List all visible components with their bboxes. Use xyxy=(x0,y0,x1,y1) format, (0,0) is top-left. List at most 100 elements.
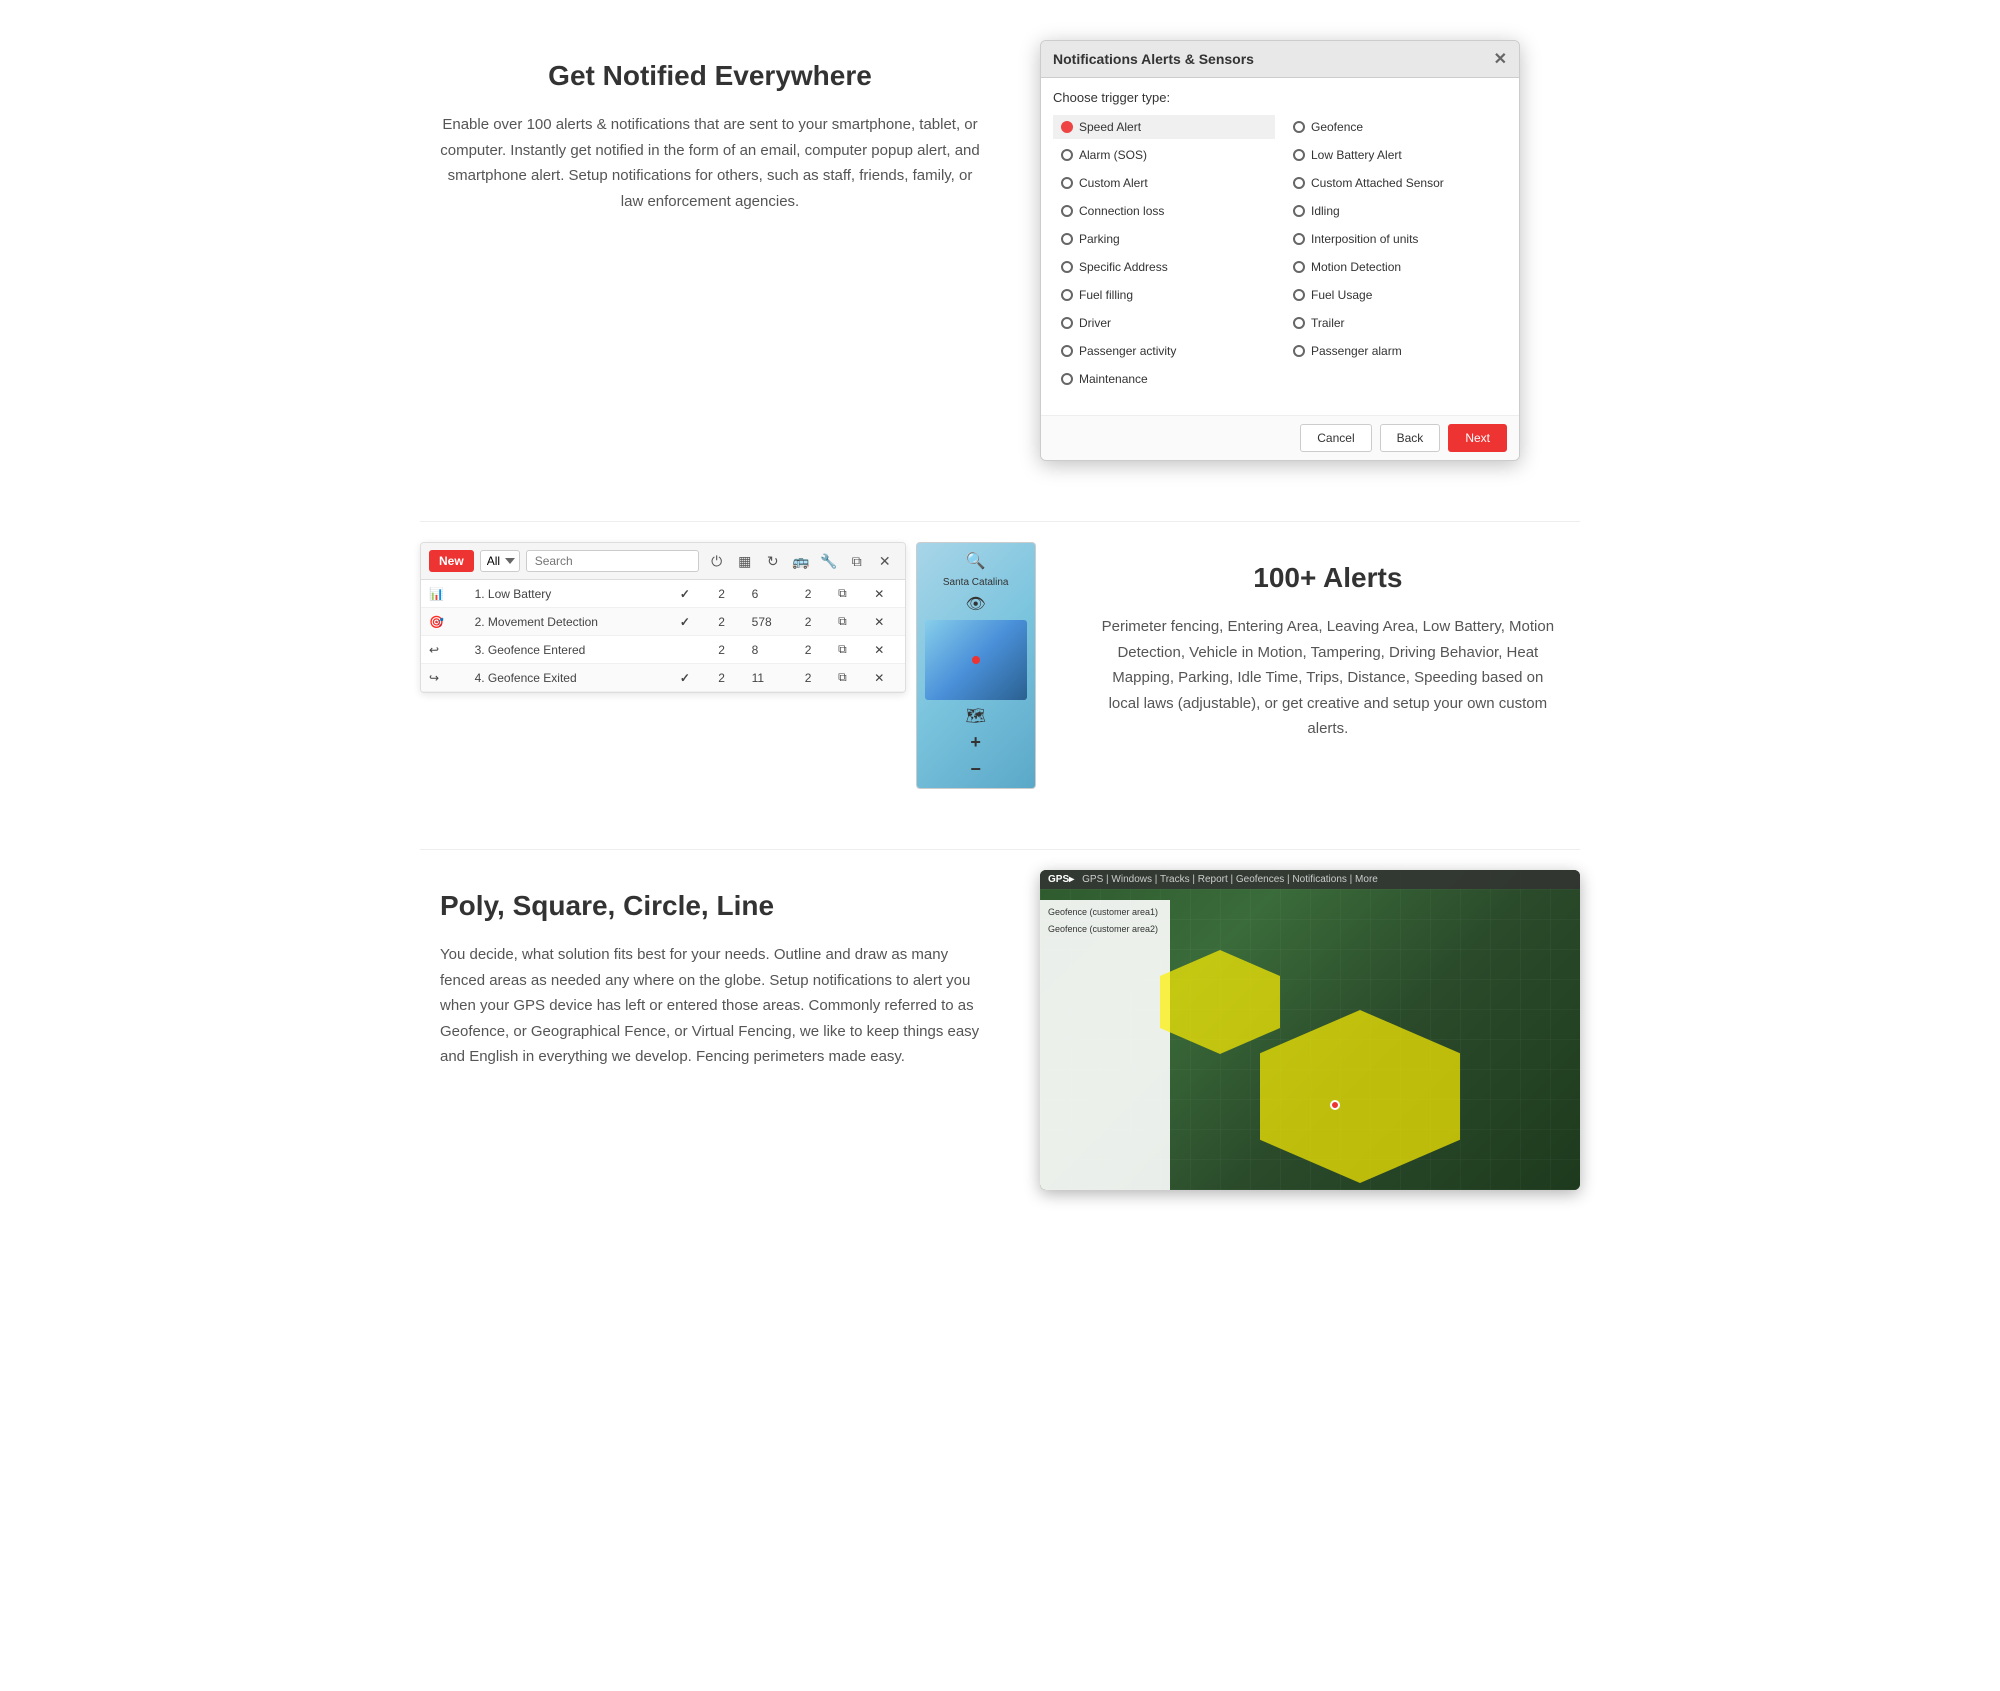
option-empty xyxy=(1285,367,1507,391)
alerts-left-col: New All ⏻ ▦ ↻ 🚌 🔧 ⧉ ✕ xyxy=(420,542,1036,789)
option-low-battery[interactable]: Low Battery Alert xyxy=(1285,143,1507,167)
row-delete[interactable]: ✕ xyxy=(866,608,904,636)
row-copy[interactable]: ⧉ xyxy=(830,608,866,636)
row-copy[interactable]: ⧉ xyxy=(830,664,866,692)
row-col5: 2 xyxy=(797,636,830,664)
power-icon[interactable]: ⏻ xyxy=(705,549,729,573)
notify-title: Get Notified Everywhere xyxy=(440,60,980,92)
bus-icon[interactable]: 🚌 xyxy=(789,549,813,573)
search-input[interactable] xyxy=(526,550,699,572)
row-check xyxy=(672,636,710,664)
radio-icon xyxy=(1061,289,1073,301)
zoom-in-icon[interactable]: + xyxy=(970,732,981,753)
geofence-list-item[interactable]: Geofence (customer area1) xyxy=(1044,904,1166,921)
row-icon: ↪ xyxy=(421,664,467,692)
radio-icon xyxy=(1061,233,1073,245)
back-button[interactable]: Back xyxy=(1380,424,1441,452)
row-check: ✓ xyxy=(672,608,710,636)
notifications-modal: Notifications Alerts & Sensors ✕ Choose … xyxy=(1040,40,1520,461)
option-fuel-usage[interactable]: Fuel Usage xyxy=(1285,283,1507,307)
modal-body: Choose trigger type: Speed Alert Geofenc… xyxy=(1041,78,1519,415)
copy-icon[interactable]: ⧉ xyxy=(845,549,869,573)
alerts-title: 100+ Alerts xyxy=(1096,562,1560,594)
table-row[interactable]: 📊 1. Low Battery ✓ 2 6 2 ⧉ ✕ xyxy=(421,580,905,608)
row-col5: 2 xyxy=(797,608,830,636)
map-toolbar[interactable]: GPS▸ GPS | Windows | Tracks | Report | G… xyxy=(1040,870,1580,889)
radio-icon xyxy=(1293,121,1305,133)
close-icon[interactable]: ✕ xyxy=(1494,49,1507,69)
trigger-label: Choose trigger type: xyxy=(1053,90,1507,105)
row-col5: 2 xyxy=(797,664,830,692)
filter-select[interactable]: All xyxy=(480,550,520,572)
option-passenger-activity[interactable]: Passenger activity xyxy=(1053,339,1275,363)
radio-icon xyxy=(1061,121,1073,133)
map-icon[interactable]: 🗺 xyxy=(966,706,986,726)
option-trailer[interactable]: Trailer xyxy=(1285,311,1507,335)
row-copy[interactable]: ⧉ xyxy=(830,636,866,664)
radio-icon xyxy=(1293,149,1305,161)
radio-icon xyxy=(1061,177,1073,189)
notify-desc: Enable over 100 alerts & notifications t… xyxy=(440,112,980,214)
table-row[interactable]: ↩ 3. Geofence Entered 2 8 2 ⧉ ✕ xyxy=(421,636,905,664)
refresh-icon[interactable]: ↻ xyxy=(761,549,785,573)
option-parking[interactable]: Parking xyxy=(1053,227,1275,251)
radio-icon xyxy=(1293,205,1305,217)
option-fuel-filling[interactable]: Fuel filling xyxy=(1053,283,1275,307)
radio-icon xyxy=(1293,345,1305,357)
option-motion-detection[interactable]: Motion Detection xyxy=(1285,255,1507,279)
option-alarm-sos[interactable]: Alarm (SOS) xyxy=(1053,143,1275,167)
radio-icon xyxy=(1293,261,1305,273)
radio-icon xyxy=(1061,317,1073,329)
option-speed-alert[interactable]: Speed Alert xyxy=(1053,115,1275,139)
option-custom-alert[interactable]: Custom Alert xyxy=(1053,171,1275,195)
row-col4: 11 xyxy=(744,664,797,692)
geofence-list-item[interactable]: Geofence (customer area2) xyxy=(1044,921,1166,938)
row-col3: 2 xyxy=(710,580,743,608)
option-passenger-alarm[interactable]: Passenger alarm xyxy=(1285,339,1507,363)
geofence-sidebar: Geofence (customer area1) Geofence (cust… xyxy=(1040,900,1170,1190)
zoom-out-icon[interactable]: − xyxy=(970,759,981,780)
option-idling[interactable]: Idling xyxy=(1285,199,1507,223)
screen-icon[interactable]: ▦ xyxy=(733,549,757,573)
modal-title: Notifications Alerts & Sensors xyxy=(1053,51,1254,67)
row-copy[interactable]: ⧉ xyxy=(830,580,866,608)
row-name: 1. Low Battery xyxy=(467,580,672,608)
radio-icon xyxy=(1293,289,1305,301)
alerts-table-mock: New All ⏻ ▦ ↻ 🚌 🔧 ⧉ ✕ xyxy=(420,542,906,693)
cancel-button[interactable]: Cancel xyxy=(1300,424,1371,452)
row-delete[interactable]: ✕ xyxy=(866,636,904,664)
radio-icon xyxy=(1061,345,1073,357)
table-row[interactable]: ↪ 4. Geofence Exited ✓ 2 11 2 ⧉ ✕ xyxy=(421,664,905,692)
gps-logo: GPS▸ xyxy=(1048,874,1074,885)
radio-icon xyxy=(1061,261,1073,273)
option-driver[interactable]: Driver xyxy=(1053,311,1275,335)
row-delete[interactable]: ✕ xyxy=(866,580,904,608)
radio-icon xyxy=(1293,233,1305,245)
alerts-desc: Perimeter fencing, Entering Area, Leavin… xyxy=(1096,614,1560,742)
option-connection-loss[interactable]: Connection loss xyxy=(1053,199,1275,223)
row-name: 4. Geofence Exited xyxy=(467,664,672,692)
new-button[interactable]: New xyxy=(429,550,474,572)
section-alerts: New All ⏻ ▦ ↻ 🚌 🔧 ⧉ ✕ xyxy=(420,542,1580,789)
option-specific-address[interactable]: Specific Address xyxy=(1053,255,1275,279)
option-geofence[interactable]: Geofence xyxy=(1285,115,1507,139)
row-check: ✓ xyxy=(672,580,710,608)
option-maintenance[interactable]: Maintenance xyxy=(1053,367,1275,391)
next-button[interactable]: Next xyxy=(1448,424,1507,452)
modal-title-bar: Notifications Alerts & Sensors ✕ xyxy=(1041,41,1519,78)
section-notify: Get Notified Everywhere Enable over 100 … xyxy=(420,40,1580,461)
tool-icon[interactable]: 🔧 xyxy=(817,549,841,573)
map-marker xyxy=(1330,1100,1340,1110)
notify-image-col: Notifications Alerts & Sensors ✕ Choose … xyxy=(1040,40,1580,461)
option-interposition[interactable]: Interposition of units xyxy=(1285,227,1507,251)
delete-icon[interactable]: ✕ xyxy=(873,549,897,573)
radio-icon xyxy=(1061,373,1073,385)
search-icon[interactable]: 🔍 xyxy=(966,551,986,571)
mini-map: 🔍 Santa Catalina 👁 🗺 + − xyxy=(916,542,1036,789)
row-name: 2. Movement Detection xyxy=(467,608,672,636)
option-custom-sensor[interactable]: Custom Attached Sensor xyxy=(1285,171,1507,195)
row-delete[interactable]: ✕ xyxy=(866,664,904,692)
table-row[interactable]: 🎯 2. Movement Detection ✓ 2 578 2 ⧉ ✕ xyxy=(421,608,905,636)
row-col4: 8 xyxy=(744,636,797,664)
eye-icon[interactable]: 👁 xyxy=(966,594,986,614)
